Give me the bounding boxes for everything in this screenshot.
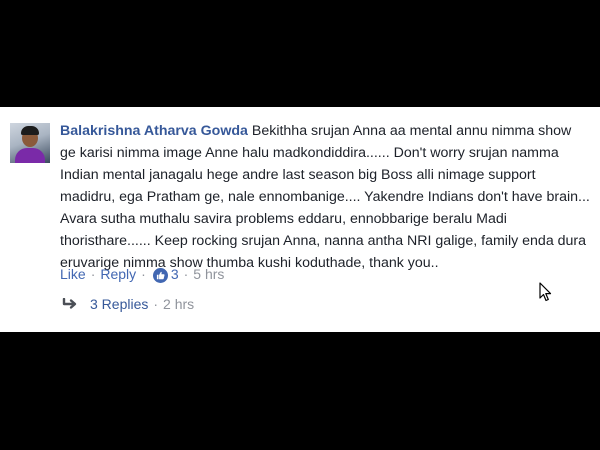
comment-actions: Like · Reply · 3 · 5 hrs: [60, 263, 224, 285]
separator-dot: ·: [183, 266, 189, 282]
thumbs-up-icon[interactable]: [152, 267, 168, 283]
mouse-pointer-icon: [539, 282, 552, 302]
avatar[interactable]: [10, 123, 50, 163]
comment-panel: Balakrishna Atharva Gowda Bekithha sruja…: [0, 107, 600, 332]
avatar-shirt: [15, 148, 45, 163]
comment-text: Bekithha srujan Anna aa mental annu nimm…: [60, 123, 590, 271]
reply-arrow-icon: [62, 298, 77, 309]
comment-author[interactable]: Balakrishna Atharva Gowda: [60, 123, 248, 139]
separator-dot: ·: [141, 266, 146, 282]
avatar-hair: [21, 126, 39, 135]
bottom-black-band: [0, 332, 600, 450]
reaction-count[interactable]: 3: [171, 263, 179, 285]
replies-link[interactable]: 3 Replies: [90, 293, 148, 315]
separator-dot: ·: [153, 296, 159, 312]
replies-timestamp: 2 hrs: [163, 296, 195, 312]
top-black-band: [0, 0, 600, 107]
separator-dot: ·: [90, 266, 96, 282]
comment-timestamp[interactable]: 5 hrs: [193, 263, 224, 285]
reply-link[interactable]: Reply: [100, 263, 136, 285]
comment-body: Balakrishna Atharva Gowda Bekithha sruja…: [60, 120, 590, 274]
like-link[interactable]: Like: [60, 263, 86, 285]
replies-row[interactable]: 3 Replies · 2 hrs: [62, 293, 194, 315]
